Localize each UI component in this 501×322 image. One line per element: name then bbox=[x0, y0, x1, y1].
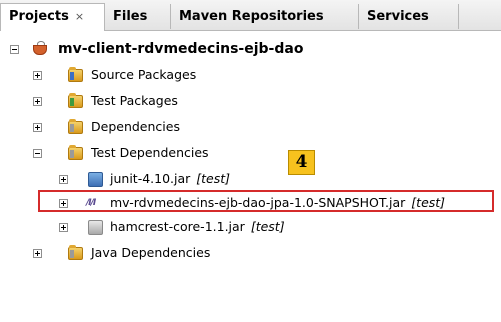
expand-icon[interactable] bbox=[33, 249, 42, 258]
close-icon[interactable]: × bbox=[75, 10, 84, 23]
test-scope-tag: [test] bbox=[250, 219, 285, 234]
jar-icon bbox=[88, 220, 103, 235]
folder-icon bbox=[68, 67, 83, 82]
tab-bar: Projects × Files Maven Repositories Servi… bbox=[0, 0, 501, 31]
expand-icon[interactable] bbox=[33, 123, 42, 132]
folder-icon bbox=[68, 93, 83, 108]
tree-node-label: hamcrest-core-1.1.jar bbox=[110, 219, 245, 234]
coffee-cup-icon bbox=[32, 41, 50, 57]
tab-files-label: Files bbox=[113, 9, 148, 24]
jar-icon bbox=[88, 172, 103, 187]
tree-node-test-dependencies[interactable]: Test Dependencies bbox=[0, 142, 300, 164]
collapse-icon[interactable] bbox=[33, 149, 42, 158]
tab-projects-label: Projects bbox=[9, 9, 69, 24]
folder-icon bbox=[68, 119, 83, 134]
project-label: mv-client-rdvmedecins-ejb-dao bbox=[58, 41, 304, 57]
tab-files[interactable]: Files bbox=[105, 4, 171, 29]
expand-icon[interactable] bbox=[59, 175, 68, 184]
tree-node-label-group: hamcrest-core-1.1.jar [test] bbox=[110, 216, 285, 238]
tree-node-hamcrest-jar[interactable]: hamcrest-core-1.1.jar [test] bbox=[0, 216, 300, 238]
tree-node-label: Source Packages bbox=[91, 67, 197, 82]
tab-projects[interactable]: Projects × bbox=[0, 3, 105, 31]
tree-node-junit-jar[interactable]: junit-4.10.jar [test] bbox=[0, 168, 300, 190]
expand-icon[interactable] bbox=[33, 71, 42, 80]
step-number-badge: 4 bbox=[288, 150, 315, 175]
tab-services[interactable]: Services bbox=[359, 4, 459, 29]
tree-node-project[interactable]: mv-client-rdvmedecins-ejb-dao bbox=[0, 38, 400, 60]
folder-icon bbox=[68, 245, 83, 260]
folder-icon bbox=[68, 145, 83, 160]
tab-maven-repositories[interactable]: Maven Repositories bbox=[171, 4, 359, 29]
expand-icon[interactable] bbox=[59, 223, 68, 232]
tree-node-source-packages[interactable]: Source Packages bbox=[0, 64, 300, 86]
collapse-icon[interactable] bbox=[10, 45, 19, 54]
tree-node-label: junit-4.10.jar bbox=[110, 171, 191, 186]
tree-node-label-group: junit-4.10.jar [test] bbox=[110, 168, 230, 190]
tree-node-label: Java Dependencies bbox=[91, 245, 211, 260]
tree-node-label: Test Dependencies bbox=[91, 145, 209, 160]
project-tree: mv-client-rdvmedecins-ejb-dao Source Pac… bbox=[0, 31, 501, 271]
test-scope-tag: [test] bbox=[196, 171, 231, 186]
tree-node-java-dependencies[interactable]: Java Dependencies bbox=[0, 242, 300, 264]
tree-node-label: Test Packages bbox=[91, 93, 178, 108]
tab-services-label: Services bbox=[367, 9, 429, 24]
tree-node-dependencies[interactable]: Dependencies bbox=[0, 116, 300, 138]
highlight-box bbox=[38, 190, 494, 212]
tab-maven-repositories-label: Maven Repositories bbox=[179, 9, 324, 24]
tree-node-test-packages[interactable]: Test Packages bbox=[0, 90, 300, 112]
tree-node-label: Dependencies bbox=[91, 119, 180, 134]
expand-icon[interactable] bbox=[33, 97, 42, 106]
